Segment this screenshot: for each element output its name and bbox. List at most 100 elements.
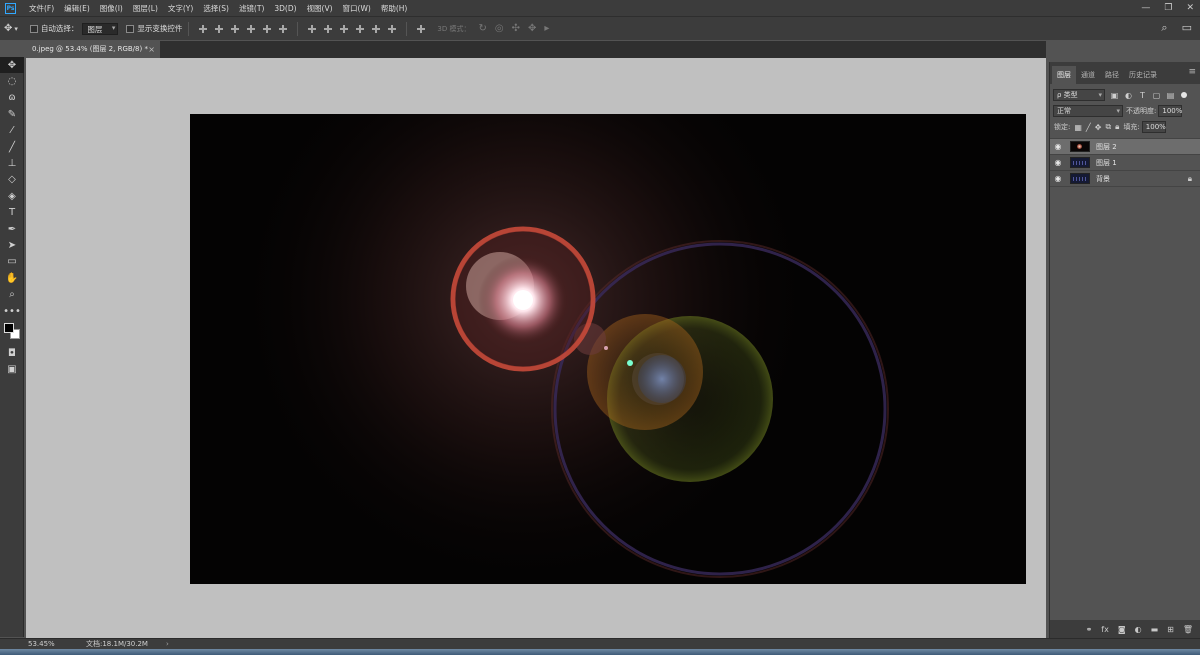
- status-menu-icon[interactable]: ›: [166, 640, 169, 648]
- menu-3d[interactable]: 3D(D): [269, 4, 301, 13]
- menu-layer[interactable]: 图层(L): [128, 3, 163, 14]
- zoom-level[interactable]: 53.45%: [0, 640, 78, 648]
- align-bottom-icon[interactable]: [230, 24, 240, 34]
- workspace-icon[interactable]: ▭: [1182, 21, 1192, 35]
- document-canvas[interactable]: [190, 114, 1026, 584]
- delete-layer-icon[interactable]: 🗑︎: [1183, 625, 1193, 634]
- canvas-workspace[interactable]: [26, 58, 1046, 638]
- opacity-input[interactable]: 100%: [1158, 105, 1182, 117]
- layer-filter-row: ρ 类型 ▣ ◐ T ▢ ▤: [1050, 87, 1200, 103]
- filter-type-icon[interactable]: T: [1138, 91, 1147, 100]
- 3d-pan-icon[interactable]: ✣: [512, 23, 520, 34]
- add-mask-icon[interactable]: ◙: [1118, 625, 1126, 634]
- menu-help[interactable]: 帮助(H): [376, 3, 413, 14]
- chevron-down-icon[interactable]: ▾: [14, 25, 18, 33]
- layer-row[interactable]: ◉ 图层 2: [1050, 139, 1200, 155]
- path-selection-tool-icon[interactable]: ➤: [0, 237, 24, 253]
- tab-paths[interactable]: 路径: [1100, 66, 1124, 84]
- layer-style-icon[interactable]: fx: [1101, 625, 1109, 634]
- distribute-left-icon[interactable]: [355, 24, 365, 34]
- 3d-scale-icon[interactable]: ▸: [544, 23, 549, 34]
- menu-file[interactable]: 文件(F): [24, 3, 59, 14]
- move-tool-preset-icon[interactable]: ✥: [4, 23, 12, 34]
- lock-pixels-icon[interactable]: ╱: [1086, 123, 1091, 132]
- lock-artboard-icon[interactable]: ⧉: [1105, 122, 1111, 132]
- distribute-vertical-center-icon[interactable]: [323, 24, 333, 34]
- quick-mask-icon[interactable]: ◘: [0, 345, 24, 361]
- stamp-tool-icon[interactable]: ⊥: [0, 155, 24, 171]
- menu-window[interactable]: 窗口(W): [338, 3, 376, 14]
- lock-all-icon[interactable]: 🔒︎: [1115, 122, 1119, 132]
- menu-edit[interactable]: 编辑(E): [59, 3, 95, 14]
- new-group-icon[interactable]: ▬: [1151, 625, 1159, 634]
- foreground-color-swatch[interactable]: [4, 323, 14, 334]
- move-tool-icon[interactable]: ✥: [0, 57, 24, 74]
- align-right-icon[interactable]: [278, 24, 288, 34]
- distribute-horizontal-center-icon[interactable]: [371, 24, 381, 34]
- shape-tool-icon[interactable]: ▭: [0, 254, 24, 270]
- more-tools-icon[interactable]: •••: [0, 303, 24, 319]
- marquee-tool-icon[interactable]: ◌: [0, 73, 24, 89]
- eraser-tool-icon[interactable]: ◇: [0, 172, 24, 188]
- align-horizontal-center-icon[interactable]: [262, 24, 272, 34]
- menu-select[interactable]: 选择(S): [198, 3, 234, 14]
- auto-select-checkbox[interactable]: [29, 24, 38, 33]
- paint-bucket-tool-icon[interactable]: ◈: [0, 188, 24, 204]
- lock-transparent-icon[interactable]: ▦: [1074, 123, 1082, 132]
- eyedropper-tool-icon[interactable]: ⁄: [0, 123, 24, 139]
- zoom-tool-icon[interactable]: ⌕: [0, 286, 24, 302]
- menu-type[interactable]: 文字(Y): [163, 3, 198, 14]
- filter-shape-icon[interactable]: ▢: [1152, 91, 1161, 100]
- filter-pixel-icon[interactable]: ▣: [1110, 91, 1119, 100]
- layer-row[interactable]: ◉ 背景 🔒︎: [1050, 171, 1200, 187]
- restore-icon[interactable]: ❐: [1164, 3, 1172, 13]
- brush-tool-icon[interactable]: ╱: [0, 139, 24, 155]
- type-tool-icon[interactable]: T: [0, 205, 24, 221]
- minimize-icon[interactable]: —: [1141, 3, 1150, 13]
- distribute-bottom-icon[interactable]: [339, 24, 349, 34]
- filter-smart-object-icon[interactable]: ▤: [1166, 91, 1175, 100]
- eye-icon[interactable]: ◉: [1050, 174, 1066, 183]
- auto-select-target-dropdown[interactable]: 图层: [82, 22, 119, 35]
- layer-row[interactable]: ◉ 图层 1: [1050, 155, 1200, 171]
- 3d-slide-icon[interactable]: ✥: [528, 23, 536, 34]
- lock-position-icon[interactable]: ✥: [1095, 123, 1102, 132]
- color-swatches[interactable]: [0, 319, 24, 345]
- close-tab-icon[interactable]: ×: [148, 41, 155, 58]
- 3d-orbit-icon[interactable]: ↻: [478, 23, 486, 34]
- 3d-roll-icon[interactable]: ◎: [495, 23, 504, 34]
- tab-channels[interactable]: 通道: [1076, 66, 1100, 84]
- search-icon[interactable]: ⌕: [1161, 21, 1167, 35]
- menu-view[interactable]: 视图(V): [302, 3, 338, 14]
- fill-input[interactable]: 100%: [1141, 121, 1166, 133]
- distribute-right-icon[interactable]: [387, 24, 397, 34]
- quick-selection-tool-icon[interactable]: ✎: [0, 106, 24, 122]
- menu-image[interactable]: 图像(I): [95, 3, 128, 14]
- screen-mode-icon[interactable]: ▣: [0, 362, 24, 378]
- close-icon[interactable]: ✕: [1186, 3, 1194, 13]
- blend-mode-dropdown[interactable]: 正常: [1053, 105, 1123, 117]
- eye-icon[interactable]: ◉: [1050, 142, 1066, 151]
- link-layers-icon[interactable]: ⚭: [1086, 625, 1093, 634]
- document-tab[interactable]: 0.jpeg @ 53.4% (图层 2, RGB/8) * ×: [26, 41, 160, 58]
- pen-tool-icon[interactable]: ✒: [0, 221, 24, 237]
- adjustment-layer-icon[interactable]: ◐: [1135, 625, 1142, 634]
- new-layer-icon[interactable]: ⊞: [1167, 625, 1174, 634]
- align-top-icon[interactable]: [198, 24, 208, 34]
- eye-icon[interactable]: ◉: [1050, 158, 1066, 167]
- align-vertical-center-icon[interactable]: [214, 24, 224, 34]
- align-left-icon[interactable]: [246, 24, 256, 34]
- lasso-tool-icon[interactable]: ɷ: [0, 90, 24, 106]
- filter-kind-dropdown[interactable]: ρ 类型: [1053, 89, 1105, 101]
- tab-history[interactable]: 历史记录: [1124, 66, 1162, 84]
- show-transform-checkbox[interactable]: [126, 24, 135, 33]
- menu-filter[interactable]: 滤镜(T): [234, 3, 269, 14]
- auto-align-icon[interactable]: [416, 24, 426, 34]
- layer-name: 图层 2: [1096, 142, 1117, 151]
- tab-layers[interactable]: 图层: [1052, 66, 1076, 84]
- filter-adjustment-icon[interactable]: ◐: [1124, 91, 1133, 100]
- filter-toggle-icon[interactable]: [1181, 92, 1187, 98]
- panel-menu-icon[interactable]: ≡: [1188, 67, 1196, 77]
- distribute-top-icon[interactable]: [307, 24, 317, 34]
- hand-tool-icon[interactable]: ✋: [0, 270, 24, 286]
